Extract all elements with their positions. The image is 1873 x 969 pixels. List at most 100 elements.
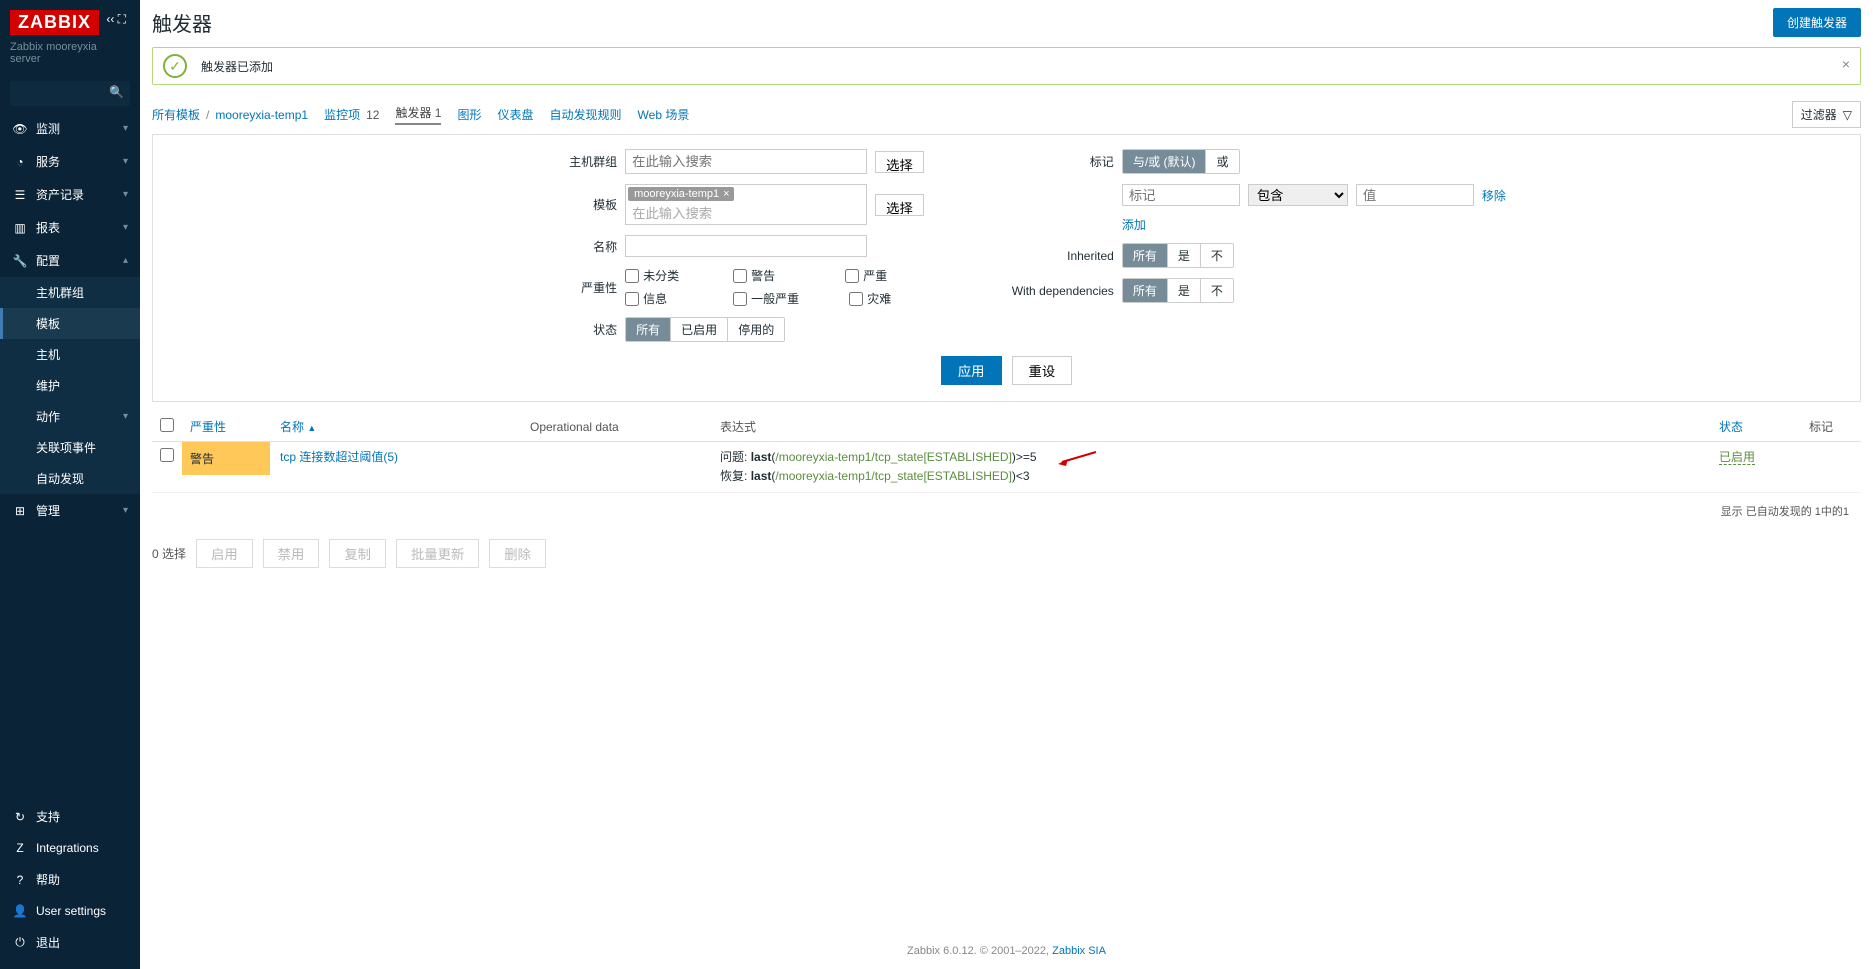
bc-dashboards[interactable]: 仪表盘 <box>498 106 534 123</box>
nav-admin[interactable]: ⊞管理 ▾ <box>0 494 140 527</box>
arrow-annotation-icon <box>1058 450 1098 466</box>
label-name: 名称 <box>507 238 617 255</box>
deps-all[interactable]: 所有 <box>1123 279 1168 302</box>
support-icon: ↻ <box>12 810 28 824</box>
nav-logout[interactable]: ⏻退出 <box>0 926 140 959</box>
separator: / <box>206 108 209 122</box>
sev-avg[interactable]: 一般严重 <box>733 290 799 307</box>
inherited-all[interactable]: 所有 <box>1123 244 1168 267</box>
sub-actions[interactable]: 动作▾ <box>0 401 140 432</box>
bulk-massupdate-button[interactable]: 批量更新 <box>396 539 479 568</box>
tag-value-input[interactable] <box>1356 184 1474 206</box>
breadcrumb: 所有模板 / mooreyxia-temp1 监控项 12 触发器 1 图形 仪… <box>152 104 689 125</box>
remove-tag-link[interactable]: 移除 <box>1482 187 1506 204</box>
bc-graphs[interactable]: 图形 <box>457 106 481 123</box>
power-icon: ⏻ <box>12 935 28 950</box>
col-name[interactable]: 名称 ▲ <box>272 412 522 442</box>
label-status: 状态 <box>507 321 617 338</box>
help-icon: ? <box>12 873 28 887</box>
status-enabled[interactable]: 已启用 <box>671 318 728 341</box>
nav-config[interactable]: 🔧配置 ▴ <box>0 244 140 277</box>
hostgroups-input[interactable] <box>628 152 864 171</box>
row-checkbox[interactable] <box>160 448 174 462</box>
sev-info[interactable]: 信息 <box>625 290 667 307</box>
sub-hosts[interactable]: 主机 <box>0 339 140 370</box>
triggers-table: 严重性 名称 ▲ Operational data 表达式 状态 标记 警告 t… <box>152 412 1861 493</box>
tags-or[interactable]: 或 <box>1206 150 1238 173</box>
z-icon: Z <box>12 841 28 855</box>
template-chip: mooreyxia-temp1× <box>628 187 733 201</box>
sub-hostgroups[interactable]: 主机群组 <box>0 277 140 308</box>
nav-inventory[interactable]: ☰资产记录 ▾ <box>0 178 140 211</box>
tag-name-input[interactable] <box>1122 184 1240 206</box>
tags-andor-default[interactable]: 与/或 (默认) <box>1123 150 1207 173</box>
sidebar: ZABBIX ‹‹ ⛶ Zabbix mooreyxia server 🔍 👁监… <box>0 0 140 969</box>
chevron-down-icon: ▾ <box>123 411 128 422</box>
status-all[interactable]: 所有 <box>626 318 671 341</box>
template-input[interactable] <box>625 203 867 225</box>
select-hostgroups-button[interactable]: 选择 <box>875 151 924 173</box>
sev-disaster[interactable]: 灾难 <box>849 290 891 307</box>
bc-all-templates[interactable]: 所有模板 <box>152 106 200 123</box>
nav-services[interactable]: ◔服务 ▾ <box>0 145 140 178</box>
inherited-yes[interactable]: 是 <box>1168 244 1201 267</box>
sidebar-collapse-icons[interactable]: ‹‹ ⛶ <box>106 10 126 27</box>
select-template-button[interactable]: 选择 <box>875 194 924 216</box>
label-hostgroups: 主机群组 <box>507 153 617 170</box>
remove-chip-icon[interactable]: × <box>723 188 729 200</box>
col-severity[interactable]: 严重性 <box>182 412 272 442</box>
name-input[interactable] <box>625 235 867 257</box>
bc-template[interactable]: mooreyxia-temp1 <box>215 108 308 122</box>
sev-unclassified[interactable]: 未分类 <box>625 267 679 284</box>
add-tag-link[interactable]: 添加 <box>1122 216 1146 233</box>
nav-reports[interactable]: ▥报表 ▾ <box>0 211 140 244</box>
tag-operator-select[interactable]: 包含 <box>1248 184 1348 206</box>
bc-items[interactable]: 监控项 <box>324 106 360 123</box>
deps-no[interactable]: 不 <box>1201 279 1233 302</box>
reset-button[interactable]: 重设 <box>1012 356 1073 385</box>
message-text: 触发器已添加 <box>201 58 273 75</box>
nav-user-settings[interactable]: 👤User settings <box>0 896 140 926</box>
nav-monitor[interactable]: 👁监测 ▾ <box>0 112 140 145</box>
col-status[interactable]: 状态 <box>1711 412 1801 442</box>
status-link[interactable]: 已启用 <box>1719 450 1755 465</box>
bulk-copy-button[interactable]: 复制 <box>329 539 386 568</box>
trigger-name-link[interactable]: tcp 连接数超过阈值(5) <box>280 450 398 464</box>
bc-triggers[interactable]: 触发器 1 <box>395 104 441 125</box>
close-icon[interactable]: × <box>1842 56 1850 72</box>
nav-integrations[interactable]: ZIntegrations <box>0 833 140 863</box>
sub-discovery[interactable]: 自动发现 <box>0 463 140 494</box>
eye-icon: 👁 <box>12 122 28 136</box>
bulk-delete-button[interactable]: 删除 <box>489 539 546 568</box>
search-icon[interactable]: 🔍 <box>109 85 124 99</box>
label-template: 模板 <box>507 196 617 213</box>
deps-yes[interactable]: 是 <box>1168 279 1201 302</box>
filter-toggle[interactable]: 过滤器 ▽ <box>1792 101 1861 128</box>
create-trigger-button[interactable]: 创建触发器 <box>1773 8 1861 37</box>
sub-maintenance[interactable]: 维护 <box>0 370 140 401</box>
inherited-no[interactable]: 不 <box>1201 244 1233 267</box>
sev-high[interactable]: 严重 <box>845 267 887 284</box>
severity-badge: 警告 <box>182 442 270 475</box>
bulk-enable-button[interactable]: 启用 <box>196 539 253 568</box>
footer-company-link[interactable]: Zabbix SIA <box>1052 945 1106 957</box>
expr-link[interactable]: /mooreyxia-temp1/tcp_state[ESTABLISHED] <box>775 469 1012 483</box>
sev-warning[interactable]: 警告 <box>733 267 775 284</box>
nav-support[interactable]: ↻支持 <box>0 800 140 833</box>
page-title: 触发器 <box>152 8 212 37</box>
nav-help[interactable]: ?帮助 <box>0 863 140 896</box>
logo[interactable]: ZABBIX <box>10 10 99 35</box>
apply-button[interactable]: 应用 <box>941 356 1002 385</box>
status-disabled[interactable]: 停用的 <box>728 318 784 341</box>
clock-icon: ◔ <box>12 155 28 169</box>
sub-correlation[interactable]: 关联项事件 <box>0 432 140 463</box>
bc-web[interactable]: Web 场景 <box>638 106 690 123</box>
expr-link[interactable]: /mooreyxia-temp1/tcp_state[ESTABLISHED] <box>775 450 1012 464</box>
bulk-disable-button[interactable]: 禁用 <box>263 539 320 568</box>
sub-templates[interactable]: 模板 <box>0 308 140 339</box>
select-all-checkbox[interactable] <box>160 418 174 432</box>
label-severity: 严重性 <box>507 279 617 296</box>
bc-discovery[interactable]: 自动发现规则 <box>550 106 622 123</box>
table-row: 警告 tcp 连接数超过阈值(5) 问题: last(/mooreyxia-te… <box>152 442 1861 493</box>
recovery-expression: 恢复: last(/mooreyxia-temp1/tcp_state[ESTA… <box>720 467 1703 486</box>
